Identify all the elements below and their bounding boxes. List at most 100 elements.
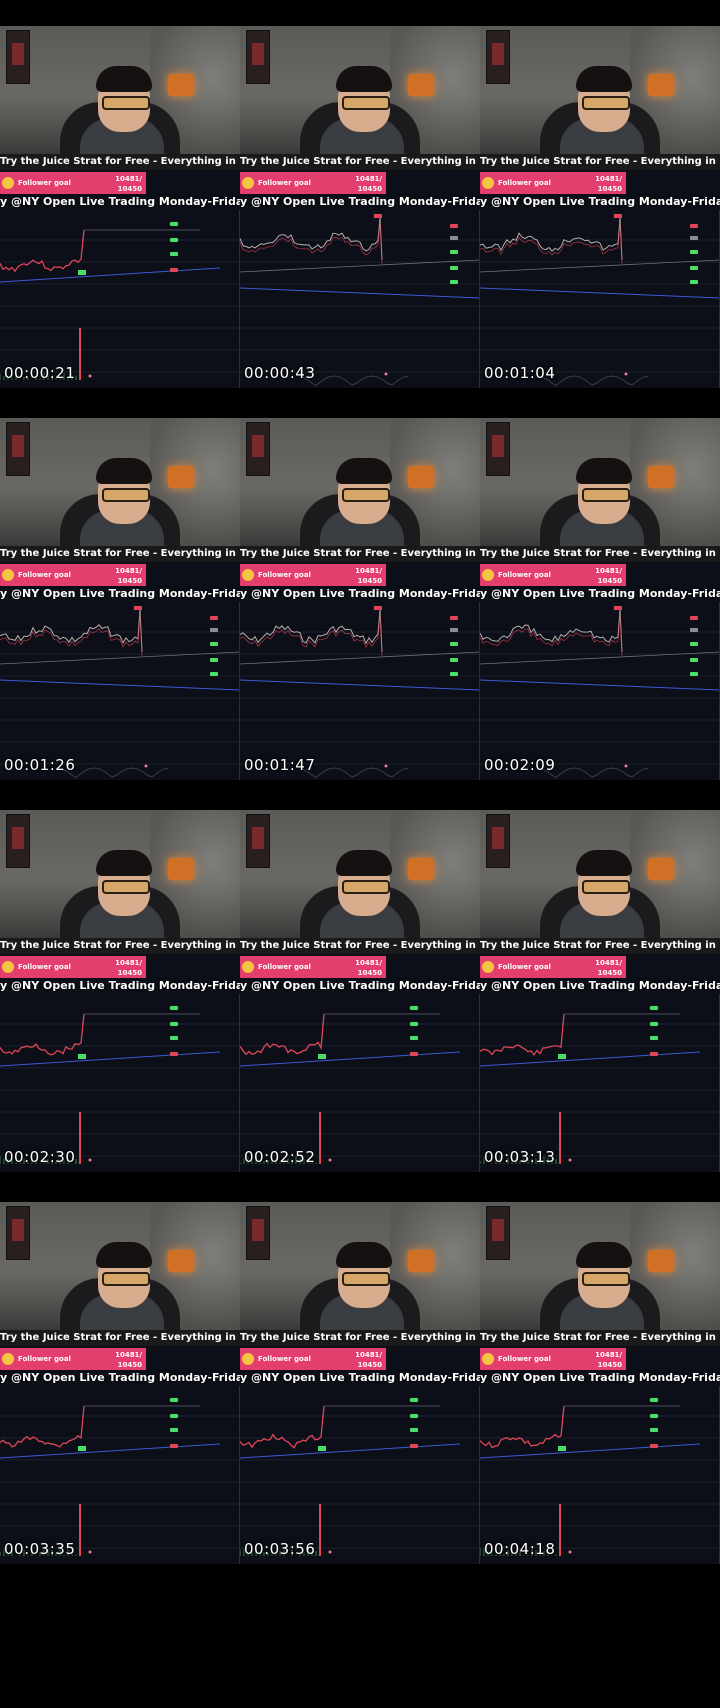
price-marker <box>410 1022 418 1026</box>
price-marker <box>170 268 178 272</box>
lamp <box>408 1250 434 1272</box>
video-frame: Try the Juice Strat for Free - Everythin… <box>0 418 240 780</box>
moving-average <box>480 221 623 265</box>
current-price-marker <box>558 1446 566 1451</box>
promo-banner: Try the Juice Strat for Free - Everythin… <box>0 1330 240 1346</box>
price-marker <box>690 616 698 620</box>
price-marker <box>170 1428 178 1432</box>
goal-emoji-icon <box>242 961 254 973</box>
frame-timestamp: 00:02:30 <box>4 1148 76 1166</box>
cursor-dot <box>568 1550 572 1554</box>
price-marker <box>690 266 698 270</box>
price-marker <box>450 616 458 620</box>
follower-goal-widget: Follower goal 10481/ 10450 <box>0 1348 146 1370</box>
high-marker <box>614 606 622 610</box>
goal-label: Follower goal <box>498 1355 551 1363</box>
price-line <box>240 1013 325 1056</box>
trend-line <box>240 679 480 691</box>
frame-timestamp: 00:02:52 <box>244 1148 316 1166</box>
price-marker <box>690 280 698 284</box>
video-frame: Try the Juice Strat for Free - Everythin… <box>480 418 720 780</box>
price-line <box>0 229 85 273</box>
glasses <box>342 96 390 110</box>
price-line <box>0 1405 85 1448</box>
price-line <box>480 609 623 653</box>
promo-banner: Try the Juice Strat for Free - Everythin… <box>480 154 720 170</box>
price-marker <box>170 1444 178 1448</box>
price-marker <box>210 628 218 632</box>
lamp <box>648 1250 674 1272</box>
goal-target: 10450 <box>357 185 382 193</box>
cursor-dot <box>144 764 148 768</box>
frame-timestamp: 00:04:18 <box>484 1540 556 1558</box>
lamp <box>648 858 674 880</box>
wall-poster <box>6 1206 30 1260</box>
trend-line <box>480 287 720 299</box>
glasses <box>582 488 630 502</box>
follower-goal-widget: Follower goal 10481/ 10450 <box>480 956 626 978</box>
trading-chart <box>0 606 240 779</box>
current-price-marker <box>78 270 86 275</box>
goal-target: 10450 <box>117 185 142 193</box>
lamp <box>408 466 434 488</box>
trend-line <box>480 679 720 691</box>
glasses <box>582 96 630 110</box>
video-frame: Try the Juice Strat for Free - Everythin… <box>240 26 480 388</box>
goal-target: 10450 <box>597 577 622 585</box>
webcam-view <box>0 26 240 154</box>
frame-timestamp: 00:00:43 <box>244 364 316 382</box>
goal-current: 10481/ <box>115 1351 142 1359</box>
cursor-dot <box>88 1158 92 1162</box>
goal-label: Follower goal <box>258 963 311 971</box>
moving-average <box>0 613 143 657</box>
trading-chart <box>240 214 480 387</box>
video-frame: Try the Juice Strat for Free - Everythin… <box>480 1202 720 1564</box>
goal-current: 10481/ <box>115 567 142 575</box>
price-marker <box>650 1428 658 1432</box>
webcam-view <box>240 418 480 546</box>
goal-emoji-icon <box>482 961 494 973</box>
wall-poster <box>246 422 270 476</box>
follower-goal-widget: Follower goal 10481/ 10450 <box>0 956 146 978</box>
goal-label: Follower goal <box>18 1355 71 1363</box>
goal-emoji-icon <box>242 569 254 581</box>
video-frame: Try the Juice Strat for Free - Everythin… <box>0 1202 240 1564</box>
frame-timestamp: 00:02:09 <box>484 756 556 774</box>
follower-goal-widget: Follower goal 10481/ 10450 <box>240 172 386 194</box>
video-frame: Try the Juice Strat for Free - Everythin… <box>0 26 240 388</box>
frame-timestamp: 00:01:26 <box>4 756 76 774</box>
trading-chart <box>480 606 720 779</box>
lamp <box>168 858 194 880</box>
price-marker <box>170 222 178 226</box>
goal-label: Follower goal <box>18 571 71 579</box>
goal-current: 10481/ <box>115 175 142 183</box>
goal-current: 10481/ <box>355 567 382 575</box>
price-line <box>240 609 383 653</box>
frame-timestamp: 00:03:13 <box>484 1148 556 1166</box>
glasses <box>342 488 390 502</box>
follower-goal-widget: Follower goal 10481/ 10450 <box>480 1348 626 1370</box>
trend-line <box>0 1051 221 1067</box>
trading-chart <box>480 1006 720 1164</box>
cursor-dot <box>328 1158 332 1162</box>
goal-target: 10450 <box>117 577 142 585</box>
lamp <box>168 466 194 488</box>
price-line <box>240 217 383 261</box>
price-marker <box>410 1006 418 1010</box>
trading-chart <box>480 214 720 387</box>
wall-poster <box>486 422 510 476</box>
glasses <box>102 96 150 110</box>
price-marker <box>450 266 458 270</box>
promo-banner: Try the Juice Strat for Free - Everythin… <box>0 154 240 170</box>
goal-target: 10450 <box>357 969 382 977</box>
video-frame: Try the Juice Strat for Free - Everythin… <box>480 26 720 388</box>
video-frame: Try the Juice Strat for Free - Everythin… <box>240 1202 480 1564</box>
price-marker <box>450 250 458 254</box>
goal-current: 10481/ <box>595 175 622 183</box>
wall-poster <box>246 1206 270 1260</box>
follower-goal-widget: Follower goal 10481/ 10450 <box>0 172 146 194</box>
goal-current: 10481/ <box>595 959 622 967</box>
promo-banner: Try the Juice Strat for Free - Everythin… <box>240 938 480 954</box>
price-marker <box>410 1444 418 1448</box>
wall-poster <box>246 814 270 868</box>
